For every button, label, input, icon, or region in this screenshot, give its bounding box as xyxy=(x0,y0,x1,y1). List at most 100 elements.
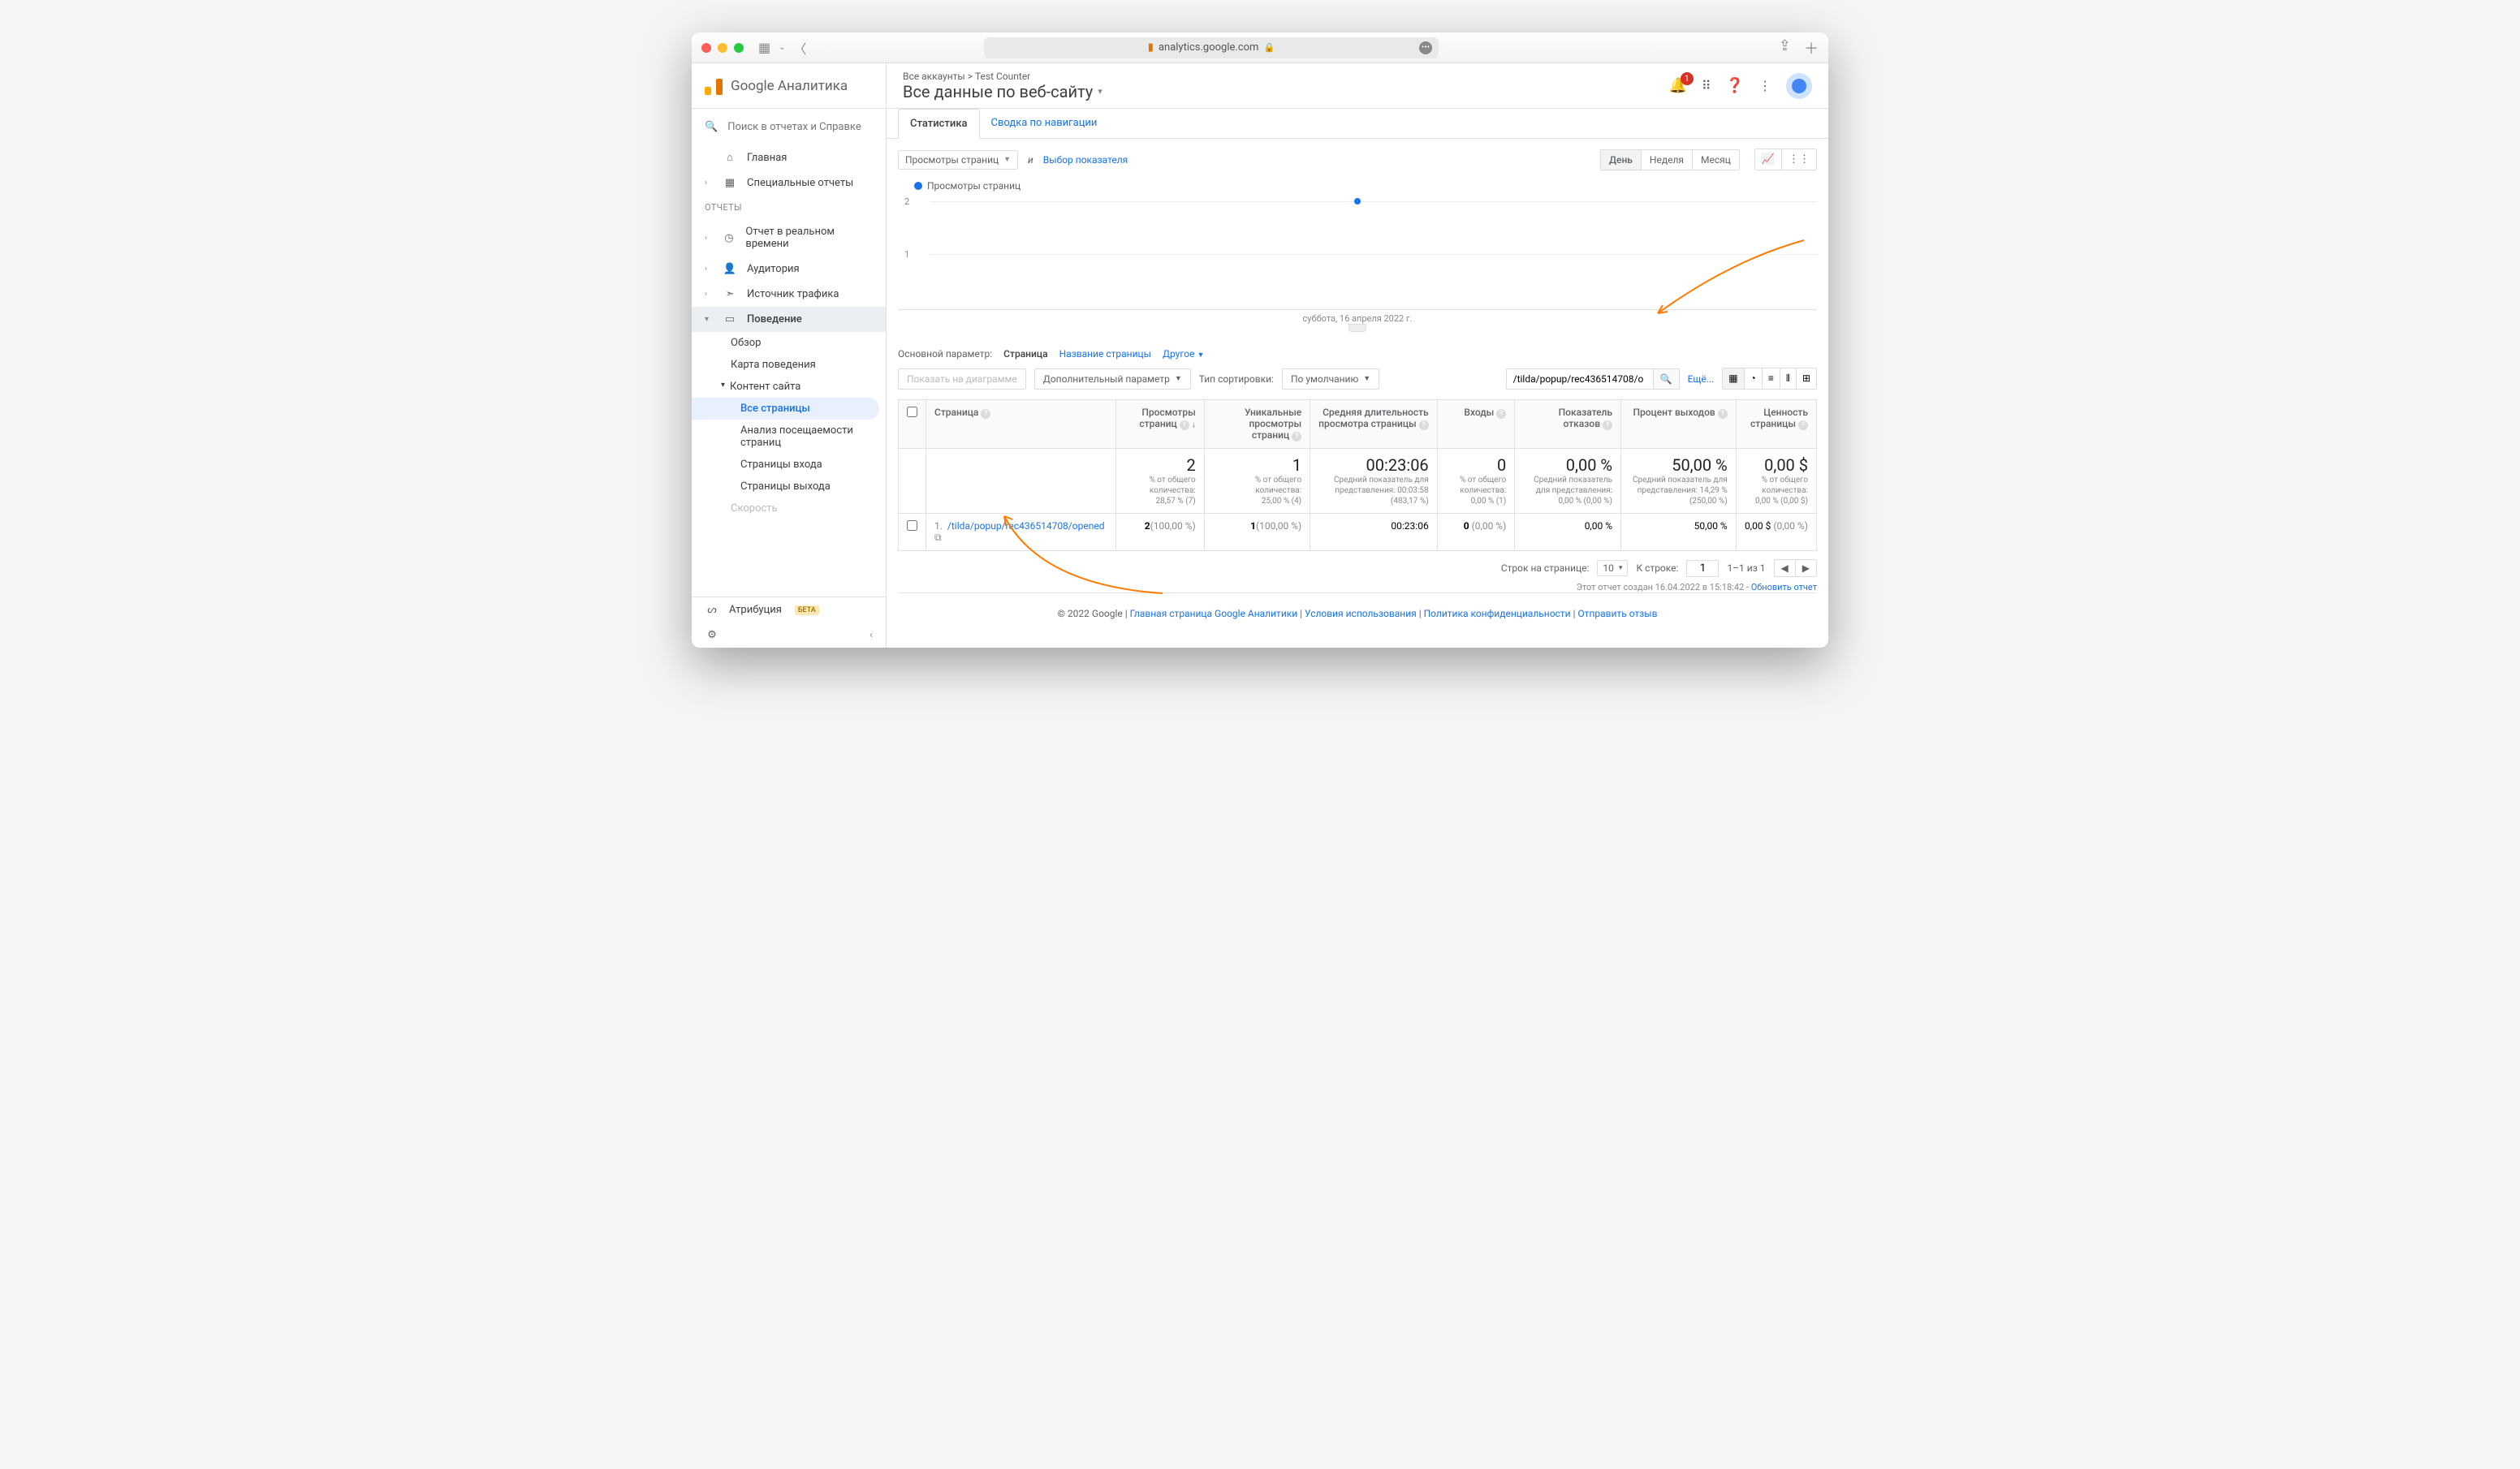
back-icon[interactable]: 〈 xyxy=(794,38,807,58)
comparison-icon[interactable]: ⫴ xyxy=(1780,368,1797,389)
goto-row-input[interactable] xyxy=(1686,560,1719,577)
nav-behavior[interactable]: ▾▭ Поведение xyxy=(692,307,886,332)
nav-custom-reports[interactable]: ›▦ Специальные отчеты xyxy=(692,170,886,196)
col-page[interactable]: Страница? xyxy=(926,400,1116,449)
range-day[interactable]: День xyxy=(1601,150,1642,170)
cell-entr: 0 (0,00 %) xyxy=(1437,514,1515,551)
page-path-link[interactable]: /tilda/popup/rec436514708/opened xyxy=(947,520,1105,532)
nav-audience[interactable]: ›👤 Аудитория xyxy=(692,256,886,282)
col-pageviews[interactable]: Просмотры страниц? ↓ xyxy=(1115,400,1204,449)
summary-entrances: 0% от общего количества:0,00 % (1) xyxy=(1437,449,1515,514)
col-bounce[interactable]: Показатель отказов? xyxy=(1515,400,1621,449)
refresh-report-link[interactable]: Обновить отчет xyxy=(1751,582,1817,592)
sidebar-toggle-icon[interactable]: ▦ xyxy=(758,40,770,55)
tab-explorer[interactable]: Статистика xyxy=(898,109,980,139)
help-icon[interactable]: ? xyxy=(1419,420,1429,430)
help-icon[interactable]: ? xyxy=(981,409,990,419)
breadcrumb[interactable]: Все аккаунты > Test Counter xyxy=(903,71,1102,82)
advanced-filter-link[interactable]: Ещё... xyxy=(1688,373,1715,385)
nav-attribution-label: Атрибуция xyxy=(729,604,782,616)
col-value[interactable]: Ценность страницы? xyxy=(1736,400,1816,449)
range-week[interactable]: Неделя xyxy=(1642,150,1693,170)
col-avg-time[interactable]: Средняя длительность просмотра страницы? xyxy=(1310,400,1438,449)
main: Все аккаунты > Test Counter Все данные п… xyxy=(887,63,1828,648)
report-tabs: Статистика Сводка по навигации xyxy=(887,109,1828,139)
plot-rows-button[interactable]: Показать на диаграмме xyxy=(898,368,1026,390)
nav-content-drilldown[interactable]: Анализ посещаемости страниц xyxy=(692,420,886,454)
nav-realtime[interactable]: ›◷ Отчет в реальном времени xyxy=(692,219,886,256)
motion-chart-icon[interactable]: ⋮⋮ xyxy=(1782,149,1816,170)
nav-behavior-flow[interactable]: Карта поведения xyxy=(692,354,886,376)
nav-overview[interactable]: Обзор xyxy=(692,332,886,354)
help-icon[interactable]: ? xyxy=(1180,420,1189,430)
dim-page[interactable]: Страница xyxy=(1003,348,1047,360)
collapse-sidebar-icon[interactable]: ‹ xyxy=(869,629,873,641)
dim-page-title[interactable]: Название страницы xyxy=(1059,348,1151,360)
footer-privacy-link[interactable]: Политика конфиденциальности xyxy=(1424,608,1571,619)
pivot-icon[interactable]: ⊞ xyxy=(1797,368,1816,389)
pie-icon[interactable]: ◔ xyxy=(1745,368,1763,389)
sidebar-search[interactable]: 🔍 xyxy=(692,109,886,144)
nav-exit-pages[interactable]: Страницы выхода xyxy=(692,476,886,498)
nav-home[interactable]: ⌂ Главная xyxy=(692,144,886,170)
col-unique[interactable]: Уникальные просмотры страниц? xyxy=(1204,400,1310,449)
select-all-checkbox[interactable] xyxy=(899,400,926,449)
report-generated: Этот отчет создан 16.04.2022 в 15:18:42 … xyxy=(898,582,1817,592)
apps-icon[interactable]: ⠿ xyxy=(1702,78,1711,93)
data-table-icon[interactable]: ▦ xyxy=(1723,368,1744,389)
help-icon[interactable]: ? xyxy=(1292,432,1301,442)
help-icon[interactable]: ? xyxy=(1798,420,1808,430)
col-entrances[interactable]: Входы? xyxy=(1437,400,1515,449)
footer-feedback-link[interactable]: Отправить отзыв xyxy=(1577,608,1657,619)
dim-other[interactable]: Другое ▼ xyxy=(1163,348,1204,360)
help-icon[interactable]: ? xyxy=(1718,409,1728,419)
range-month[interactable]: Месяц xyxy=(1693,150,1739,170)
minimize-window-icon[interactable] xyxy=(718,43,727,53)
nav-admin[interactable]: ⚙ ‹ xyxy=(692,622,886,648)
nav-acquisition[interactable]: ›➣ Источник трафика xyxy=(692,282,886,307)
logo-row[interactable]: Google Аналитика xyxy=(692,63,886,109)
secondary-dimension-select[interactable]: Дополнительный параметр ▼ xyxy=(1034,368,1191,390)
nav-speed[interactable]: Скорость xyxy=(692,498,886,519)
nav-site-content[interactable]: ▾ Контент сайта xyxy=(692,376,886,398)
footer-home-link[interactable]: Главная страница Google Аналитики xyxy=(1130,608,1297,619)
col-exit[interactable]: Процент выходов? xyxy=(1621,400,1737,449)
avatar[interactable] xyxy=(1786,73,1812,99)
new-tab-icon[interactable]: ＋ xyxy=(1804,37,1819,58)
view-title-text: Все данные по веб-сайту xyxy=(903,82,1093,101)
rows-per-page-select[interactable]: 10 ▾ xyxy=(1597,560,1628,576)
footer-terms-link[interactable]: Условия использования xyxy=(1305,608,1417,619)
table-search-input[interactable] xyxy=(1507,369,1653,389)
line-chart-icon[interactable]: 📈 xyxy=(1755,149,1782,170)
prev-page-icon[interactable]: ◀ xyxy=(1775,560,1796,576)
notifications-button[interactable]: 🔔1 xyxy=(1668,77,1686,94)
more-icon[interactable]: ⋮ xyxy=(1758,78,1771,93)
nav-all-pages[interactable]: Все страницы xyxy=(692,398,879,420)
chevron-down-icon: ▾ xyxy=(705,315,713,324)
next-page-icon[interactable]: ▶ xyxy=(1796,560,1816,576)
dropdown-icon[interactable]: ⌄ xyxy=(779,43,785,52)
help-icon[interactable]: ❓ xyxy=(1726,77,1744,94)
close-window-icon[interactable] xyxy=(701,43,711,53)
view-title[interactable]: Все данные по веб-сайту ▾ xyxy=(903,82,1102,101)
open-link-icon[interactable]: ⧉ xyxy=(934,532,942,543)
search-input[interactable] xyxy=(727,121,873,133)
table-footer: Строк на странице: 10 ▾ К строке: 1–1 из… xyxy=(898,559,1817,577)
bar-icon[interactable]: ≡ xyxy=(1763,368,1780,389)
drag-handle-icon[interactable] xyxy=(1348,324,1366,332)
share-icon[interactable]: ⇪ xyxy=(1779,37,1791,58)
maximize-window-icon[interactable] xyxy=(734,43,744,53)
help-icon[interactable]: ? xyxy=(1496,409,1506,419)
url-bar[interactable]: ▮ analytics.google.com 🔒 ••• xyxy=(984,37,1439,58)
nav-home-label: Главная xyxy=(747,152,787,164)
nav-landing-pages[interactable]: Страницы входа xyxy=(692,454,886,476)
reader-icon[interactable]: ••• xyxy=(1419,41,1432,54)
row-checkbox[interactable] xyxy=(899,514,926,551)
help-icon[interactable]: ? xyxy=(1603,420,1612,430)
tab-nav-summary[interactable]: Сводка по навигации xyxy=(980,109,1109,138)
secondary-metric-link[interactable]: Выбор показателя xyxy=(1043,154,1128,166)
sort-type-select[interactable]: По умолчанию ▼ xyxy=(1282,368,1379,390)
primary-metric-select[interactable]: Просмотры страниц ▼ xyxy=(898,150,1018,170)
nav-attribution[interactable]: ᔕ Атрибуция БЕТА xyxy=(692,597,886,622)
search-button-icon[interactable]: 🔍 xyxy=(1653,369,1679,389)
